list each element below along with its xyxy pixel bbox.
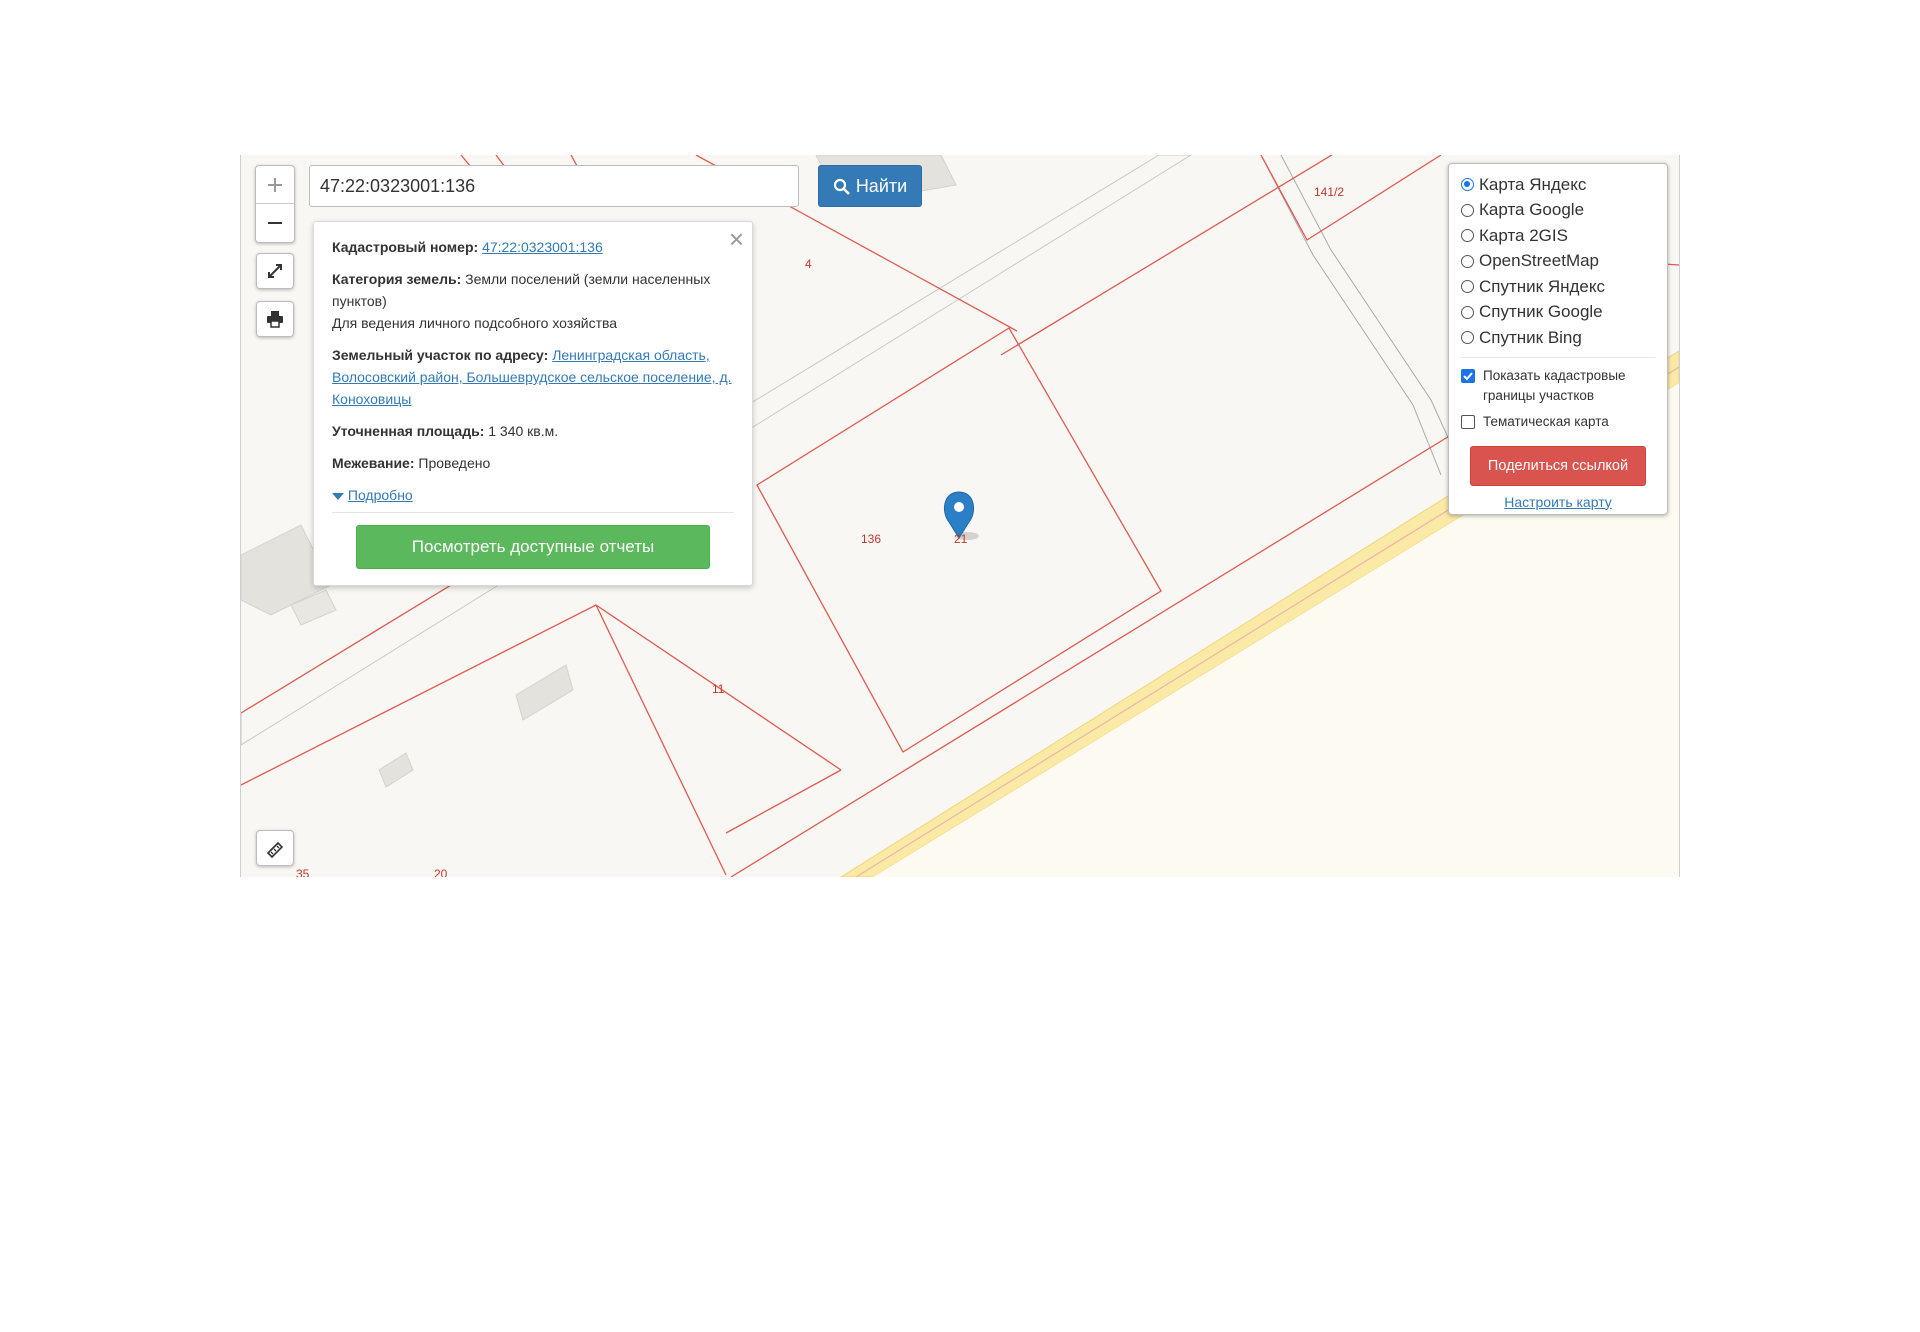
search-input[interactable]	[309, 165, 799, 207]
search-button-label: Найти	[855, 175, 908, 196]
path-line	[1280, 155, 1457, 456]
layer-option[interactable]: Спутник Яндекс	[1461, 274, 1655, 300]
parcel-label: 35	[296, 867, 310, 877]
check-icon	[1463, 371, 1473, 380]
caret-down-icon	[332, 493, 344, 501]
radio-button[interactable]	[1461, 254, 1474, 268]
configure-map-link[interactable]: Настроить карту	[1461, 494, 1655, 510]
survey-label: Межевание:	[332, 455, 415, 471]
building	[378, 752, 414, 788]
divider	[1461, 356, 1655, 358]
parcel-label: 11	[712, 682, 725, 696]
show-cadastral-toggle[interactable]: Показать кадастровые границы участков	[1461, 366, 1655, 406]
details-row: Подробно	[332, 484, 734, 506]
radio-button[interactable]	[1461, 203, 1474, 217]
cadastral-label: Кадастровый номер:	[332, 239, 479, 255]
area-label: Уточненная площадь:	[332, 423, 485, 439]
close-icon[interactable]: ×	[729, 226, 744, 252]
radio-button[interactable]	[1461, 305, 1474, 319]
parcel-label: 21	[954, 532, 968, 546]
address-row: Земельный участок по адресу: Ленинградск…	[332, 344, 734, 410]
radio-button[interactable]	[1461, 178, 1474, 192]
zoom-out-button[interactable]	[256, 203, 294, 241]
share-link-button[interactable]: Поделиться ссылкой	[1470, 445, 1646, 486]
radio-button[interactable]	[1461, 280, 1474, 294]
layer-label: Карта Яндекс	[1479, 174, 1587, 194]
layer-option[interactable]: OpenStreetMap	[1461, 249, 1655, 275]
usage-text: Для ведения личного подсобного хозяйства	[332, 315, 618, 331]
area-value: 1 340 кв.м.	[488, 423, 559, 439]
cadastral-row: Кадастровый номер: 47:22:0323001:136	[332, 236, 734, 258]
details-link[interactable]: Подробно	[348, 487, 413, 503]
layer-label: Спутник Яндекс	[1479, 276, 1605, 296]
parcel-edge	[725, 769, 842, 834]
layer-list: Карта Яндекс Карта Google Карта 2GIS Ope…	[1461, 172, 1655, 351]
layer-switcher: Карта Яндекс Карта Google Карта 2GIS Ope…	[1448, 163, 1668, 515]
print-button[interactable]	[256, 301, 294, 337]
fullscreen-button[interactable]	[256, 253, 294, 289]
expand-icon	[268, 264, 282, 278]
zoom-control	[255, 165, 295, 243]
path-line	[1260, 155, 1442, 476]
parcel-label: 20	[434, 867, 448, 877]
zoom-in-button[interactable]	[256, 166, 294, 203]
address-label: Земельный участок по адресу:	[332, 347, 549, 363]
plus-icon	[268, 177, 282, 192]
search-icon	[833, 178, 850, 195]
layer-label: Спутник Bing	[1479, 327, 1582, 347]
view-reports-button[interactable]: Посмотреть доступные отчеты	[356, 525, 710, 569]
minus-icon	[268, 221, 282, 224]
ruler-icon	[266, 841, 284, 858]
radio-button[interactable]	[1461, 331, 1474, 345]
ruler-button[interactable]	[256, 830, 294, 866]
show-cadastral-label: Показать кадастровые границы участков	[1483, 367, 1626, 403]
parcel-label: 136	[861, 532, 882, 546]
layer-label: OpenStreetMap	[1479, 251, 1600, 271]
layer-option[interactable]: Спутник Bing	[1461, 325, 1655, 351]
layer-option[interactable]: Карта Google	[1461, 198, 1655, 224]
layer-label: Карта Google	[1479, 200, 1585, 220]
parcel-info-popup: × Кадастровый номер: 47:22:0323001:136 К…	[313, 221, 753, 586]
layer-option[interactable]: Карта 2GIS	[1461, 223, 1655, 249]
category-row: Категория земель: Земли поселений (земли…	[332, 268, 734, 334]
cadastral-link[interactable]: 47:22:0323001:136	[482, 239, 603, 255]
checkbox[interactable]	[1461, 414, 1475, 429]
building	[515, 664, 574, 721]
category-label: Категория земель:	[332, 271, 462, 287]
layer-option[interactable]: Спутник Google	[1461, 300, 1655, 326]
thematic-label: Тематическая карта	[1483, 413, 1609, 429]
parcel-label: 141/2	[1314, 185, 1345, 199]
parcel-label: 4	[805, 257, 812, 271]
layer-label: Карта 2GIS	[1479, 225, 1568, 245]
thematic-map-toggle[interactable]: Тематическая карта	[1461, 412, 1655, 432]
checkbox[interactable]	[1461, 368, 1475, 383]
parcel-edge	[595, 604, 727, 876]
printer-icon	[267, 311, 283, 328]
radio-button[interactable]	[1461, 229, 1474, 243]
area-row: Уточненная площадь: 1 340 кв.м.	[332, 420, 734, 442]
map-container[interactable]: 4 141/2 136 21 11 20 35 47:22:0323001:13…	[240, 155, 1680, 877]
layer-option[interactable]: Карта Яндекс	[1461, 172, 1655, 198]
layer-label: Спутник Google	[1479, 302, 1603, 322]
divider	[332, 512, 734, 513]
search-button[interactable]: Найти	[818, 165, 922, 207]
survey-row: Межевание: Проведено	[332, 452, 734, 474]
survey-value: Проведено	[418, 455, 491, 471]
